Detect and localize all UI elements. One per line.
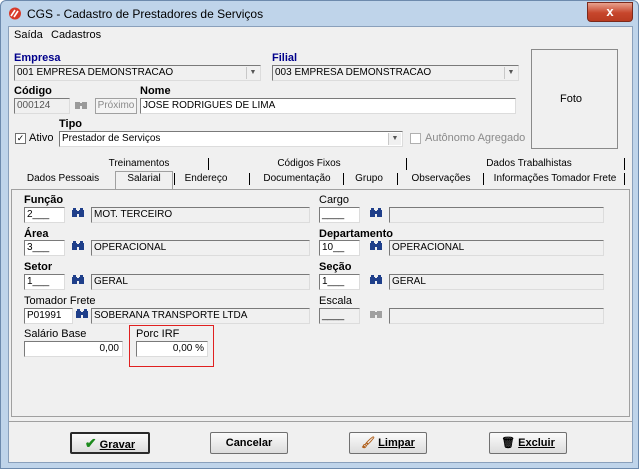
cargo-code-field[interactable]: ____ (319, 207, 360, 223)
tomador-desc-field: SOBERANA TRANSPORTE LTDA (91, 308, 310, 324)
tab-dados-pessoais[interactable]: Dados Pessoais (23, 172, 103, 186)
secao-code-field[interactable]: 1___ (319, 274, 360, 290)
broom-icon: 🖌 (361, 437, 376, 449)
tab-observacoes[interactable]: Observações (405, 172, 477, 186)
area-desc-field: OPERACIONAL (91, 240, 310, 256)
menu-bar: Saída Cadastros (9, 27, 632, 45)
tab-grupo[interactable]: Grupo (349, 172, 389, 186)
tab-divider (208, 158, 209, 170)
departamento-desc-field: OPERACIONAL (389, 240, 604, 256)
salario-label: Salário Base (24, 328, 87, 340)
tab-divider (624, 173, 625, 185)
funcao-code-field[interactable]: 2___ (24, 207, 65, 223)
departamento-code-field[interactable]: 10__ (319, 240, 360, 256)
salario-field[interactable]: 0,00 (24, 341, 123, 357)
tipo-value: Prestador de Serviços (62, 133, 161, 144)
tab-divider (397, 173, 398, 185)
nome-label: Nome (140, 85, 171, 97)
menu-cadastros[interactable]: Cadastros (51, 29, 101, 41)
tab-endereco[interactable]: Endereço (181, 172, 231, 186)
chevron-down-icon[interactable]: ▼ (246, 67, 259, 79)
ativo-label: Ativo (29, 132, 54, 144)
funcao-label: Função (24, 194, 64, 206)
search-icon[interactable] (367, 239, 385, 255)
tipo-label: Tipo (59, 118, 83, 130)
filial-label: Filial (272, 52, 298, 64)
tab-dados-trabalhistas[interactable]: Dados Trabalhistas (464, 157, 594, 171)
codigo-label: Código (14, 85, 52, 97)
setor-desc-field: GERAL (91, 274, 310, 290)
empresa-select[interactable]: 001 EMPRESA DEMONSTRACAO ▼ (14, 65, 261, 81)
area-code-field[interactable]: 3___ (24, 240, 65, 256)
search-icon[interactable] (367, 273, 385, 289)
chevron-down-icon[interactable]: ▼ (388, 133, 401, 145)
escala-desc-field (389, 308, 604, 324)
codigo-field[interactable]: 000124 (14, 98, 70, 114)
tab-codigos-fixos[interactable]: Códigos Fixos (249, 157, 369, 171)
tab-divider (343, 173, 344, 185)
irrf-label: Porc IRF (136, 328, 180, 340)
window-title: CGS - Cadastro de Prestadores de Serviço… (27, 7, 264, 21)
irrf-field[interactable]: 0,00 % (136, 341, 208, 357)
search-icon[interactable] (69, 273, 87, 289)
nome-field[interactable]: JOSE RODRIGUES DE LIMA (140, 98, 516, 114)
chevron-down-icon[interactable]: ▼ (504, 67, 517, 79)
limpar-label: Limpar (378, 437, 415, 449)
tab-divider (174, 173, 175, 185)
check-icon: ✔ (84, 435, 97, 451)
search-icon[interactable] (367, 307, 385, 323)
cancelar-button[interactable]: Cancelar (210, 432, 288, 454)
search-icon[interactable] (69, 239, 87, 255)
area-label: Área (24, 228, 49, 240)
excluir-button[interactable]: 🗑 Excluir (489, 432, 567, 454)
tab-divider (483, 173, 484, 185)
search-icon[interactable] (72, 98, 90, 114)
tab-divider (624, 158, 625, 170)
search-icon[interactable] (73, 307, 91, 323)
escala-label: Escala (319, 295, 353, 307)
photo-box[interactable]: Foto (531, 49, 618, 149)
gravar-label: Gravar (99, 439, 136, 451)
tab-divider (249, 173, 250, 185)
cargo-label: Cargo (319, 194, 349, 206)
search-icon[interactable] (367, 206, 385, 222)
funcao-desc-field: MOT. TERCEIRO (91, 207, 310, 223)
setor-code-field[interactable]: 1___ (24, 274, 65, 290)
trash-icon: 🗑 (501, 437, 516, 449)
client-area: Saída Cadastros Empresa 001 EMPRESA DEMO… (8, 26, 633, 463)
empresa-value: 001 EMPRESA DEMONSTRACAO (17, 67, 174, 78)
escala-code-field[interactable]: ____ (319, 308, 360, 324)
autonomo-label: Autônomo Agregado (425, 132, 526, 144)
filial-value: 003 EMPRESA DEMONSTRACAO (275, 67, 432, 78)
app-icon (9, 7, 21, 20)
setor-label: Setor (24, 261, 53, 273)
limpar-button[interactable]: 🖌 Limpar (349, 432, 427, 454)
tab-divider (406, 158, 407, 170)
tipo-select[interactable]: Prestador de Serviços ▼ (59, 131, 403, 147)
search-icon[interactable] (69, 206, 87, 222)
photo-label: Foto (560, 93, 583, 105)
empresa-label: Empresa (14, 52, 61, 64)
menu-saida[interactable]: Saída (14, 29, 43, 41)
tomador-label: Tomador Frete (24, 295, 96, 307)
tab-salarial[interactable]: Salarial (115, 171, 173, 189)
secao-desc-field: GERAL (389, 274, 604, 290)
secao-label: Seção (319, 261, 352, 273)
title-bar: CGS - Cadastro de Prestadores de Serviço… (1, 1, 638, 26)
main-window: CGS - Cadastro de Prestadores de Serviço… (0, 0, 639, 469)
tab-informacoes-tomador-frete[interactable]: Informações Tomador Frete (487, 172, 623, 186)
tomador-code-field[interactable]: P01991 (24, 308, 73, 324)
tab-treinamentos[interactable]: Treinamentos (79, 157, 199, 171)
ativo-checkbox[interactable]: ✓ (15, 133, 26, 144)
tab-documentacao[interactable]: Documentação (259, 172, 335, 186)
filial-select[interactable]: 003 EMPRESA DEMONSTRACAO ▼ (272, 65, 519, 81)
cargo-desc-field (389, 207, 604, 223)
gravar-button[interactable]: ✔ Gravar (70, 432, 150, 454)
proximo-button[interactable]: Próximo (95, 98, 137, 114)
autonomo-checkbox[interactable] (410, 133, 421, 144)
excluir-label: Excluir (518, 437, 555, 449)
close-button[interactable]: x (587, 2, 633, 22)
